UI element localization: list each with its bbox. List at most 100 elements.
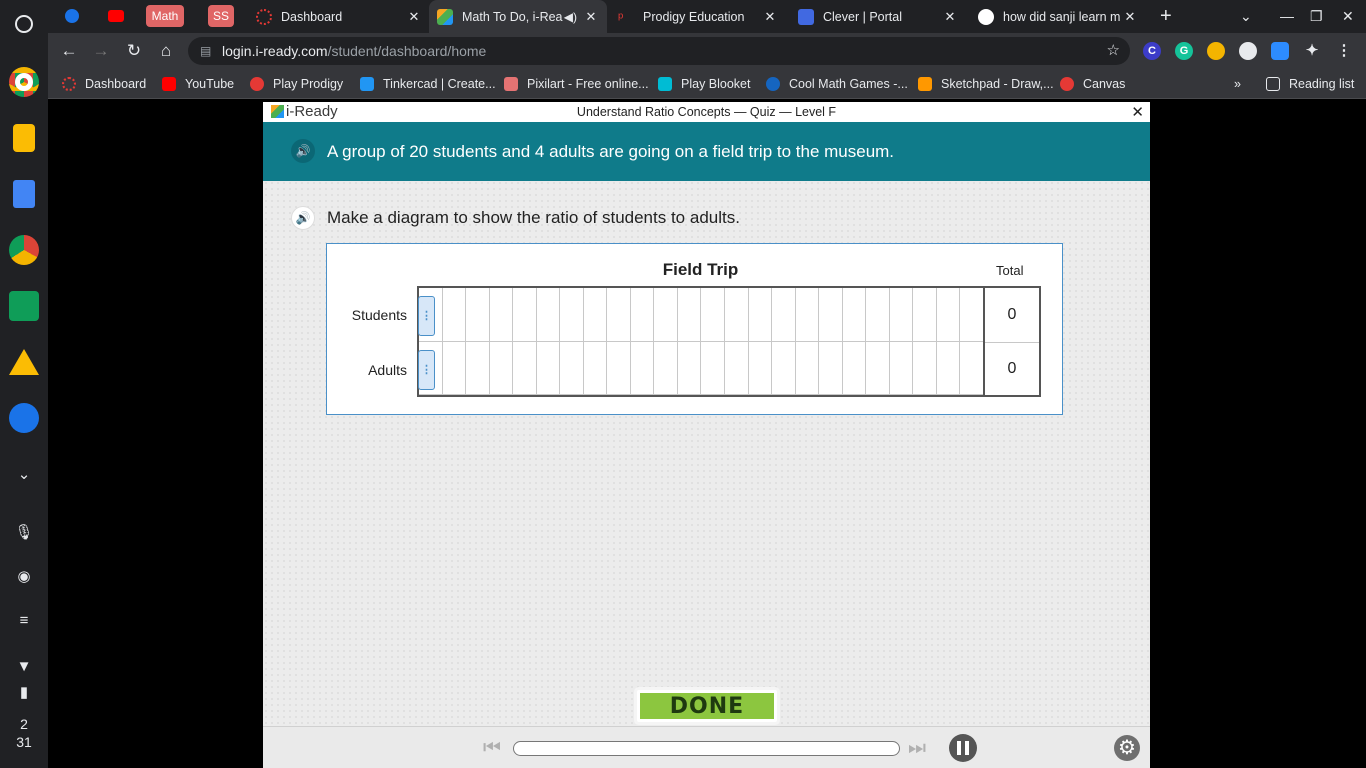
tape-cell[interactable]	[913, 341, 937, 395]
close-icon[interactable]: ✕	[406, 9, 422, 25]
address-bar[interactable]: ▤ login.i-ready.com/student/dashboard/ho…	[188, 37, 1130, 65]
pinned-tab-math[interactable]: Math	[146, 5, 184, 27]
bookmark-star-icon[interactable]: ☆	[1107, 37, 1120, 65]
tape-cell[interactable]	[842, 341, 867, 395]
drive-app-button[interactable]	[8, 346, 40, 378]
back-arrow-icon[interactable]: ←	[58, 40, 80, 62]
tape-cell[interactable]	[772, 288, 796, 342]
tape-cell[interactable]	[889, 288, 914, 342]
tape-cell[interactable]	[654, 288, 678, 342]
skip-back-icon[interactable]: ⏮	[483, 737, 501, 760]
home-icon[interactable]: ⌂	[155, 40, 177, 62]
tape-cell[interactable]	[489, 341, 514, 395]
tape-cell[interactable]	[630, 288, 655, 342]
tape-cell[interactable]	[748, 288, 773, 342]
extension-on-icon[interactable]	[1207, 42, 1225, 60]
tape-cell[interactable]	[466, 288, 490, 342]
tape-cell[interactable]	[607, 341, 631, 395]
tape-cell[interactable]	[442, 288, 467, 342]
bookmark-youtube[interactable]: YouTube	[162, 75, 234, 93]
tape-cell[interactable]	[960, 288, 984, 342]
tape-cell[interactable]	[936, 341, 961, 395]
tape-cell[interactable]	[819, 341, 843, 395]
tape-cell[interactable]	[725, 288, 749, 342]
tape-cell[interactable]	[866, 288, 890, 342]
close-icon[interactable]: ✕	[942, 9, 958, 25]
tape-cell[interactable]	[536, 341, 561, 395]
tape-cell[interactable]	[583, 288, 608, 342]
tape-cell[interactable]	[513, 288, 537, 342]
chrome-app-button[interactable]	[8, 66, 40, 98]
students-drag-handle[interactable]: ⋮	[418, 296, 435, 336]
playlist-button[interactable]: ≡	[8, 604, 40, 636]
bookmark-tinkercad[interactable]: Tinkercad | Create...	[360, 75, 496, 93]
web-store-button[interactable]	[8, 234, 40, 266]
tab-prodigy[interactable]: ᵖ Prodigy Education ✕	[610, 0, 786, 33]
reload-icon[interactable]: ↻	[123, 40, 145, 62]
more-bookmarks-button[interactable]: »	[1234, 75, 1241, 93]
pinned-tab-1[interactable]	[60, 5, 84, 27]
extensions-puzzle-icon[interactable]: ✦	[1303, 42, 1321, 60]
grammarly-extension-icon[interactable]: G	[1175, 42, 1193, 60]
instruction-audio-button[interactable]: 🔊	[291, 206, 315, 230]
tab-google-search[interactable]: how did sanji learn m ✕	[970, 0, 1146, 33]
clever-extension-icon[interactable]: C	[1143, 42, 1161, 60]
tape-cell[interactable]	[583, 341, 608, 395]
restore-icon[interactable]: ❐	[1310, 8, 1323, 25]
new-tab-button[interactable]: +	[1160, 0, 1180, 33]
extension-target-icon[interactable]	[1239, 42, 1257, 60]
mic-button[interactable]: 🎙	[8, 516, 40, 548]
keep-app-button[interactable]	[8, 122, 40, 154]
audio-playing-icon[interactable]: ◀)	[564, 10, 577, 24]
minimize-icon[interactable]: —	[1280, 8, 1294, 24]
tape-cell[interactable]	[630, 341, 655, 395]
tab-search-chevron-icon[interactable]: ⌄	[1240, 8, 1252, 25]
tape-cell[interactable]	[701, 288, 726, 342]
tape-cell[interactable]	[866, 341, 890, 395]
tape-cell[interactable]	[560, 341, 584, 395]
pause-button[interactable]	[949, 734, 977, 762]
more-apps-button[interactable]: ⌄	[8, 458, 40, 490]
tape-cell[interactable]	[772, 341, 796, 395]
tape-cell[interactable]	[889, 341, 914, 395]
reading-list-button[interactable]: Reading list	[1266, 75, 1354, 93]
tape-cell[interactable]	[725, 341, 749, 395]
tape-cell[interactable]	[842, 288, 867, 342]
tape-cell[interactable]	[536, 288, 561, 342]
done-button[interactable]: DONE	[637, 690, 777, 722]
bookmark-pixilart[interactable]: Pixilart - Free online...	[504, 75, 649, 93]
bookmark-canvas[interactable]: Canvas	[1060, 75, 1125, 93]
bookmark-blooket[interactable]: Play Blooket	[658, 75, 750, 93]
tape-cell[interactable]	[677, 288, 702, 342]
tape-cell[interactable]	[913, 288, 937, 342]
pinned-tab-youtube[interactable]	[104, 5, 128, 27]
tab-iready-active[interactable]: Math To Do, i-Rea ◀) ✕	[429, 0, 607, 33]
camera-app-button[interactable]	[8, 402, 40, 434]
tape-cell[interactable]	[442, 341, 467, 395]
tape-cell[interactable]	[748, 341, 773, 395]
close-icon[interactable]: ✕	[583, 9, 599, 25]
tape-grid[interactable]	[417, 286, 984, 397]
close-icon[interactable]: ✕	[762, 9, 778, 25]
tape-cell[interactable]	[819, 288, 843, 342]
site-info-icon[interactable]: ▤	[200, 37, 211, 65]
forward-arrow-icon[interactable]: →	[90, 40, 112, 62]
podcast-button[interactable]: ◉	[8, 560, 40, 592]
tab-dashboard[interactable]: Dashboard ✕	[248, 0, 430, 33]
bookmark-sketchpad[interactable]: Sketchpad - Draw,...	[918, 75, 1054, 93]
menu-dots-icon[interactable]: ⋮	[1335, 42, 1353, 60]
tape-cell[interactable]	[607, 288, 631, 342]
adults-drag-handle[interactable]: ⋮	[418, 350, 435, 390]
bookmark-dashboard[interactable]: Dashboard	[62, 75, 146, 93]
bookmark-prodigy[interactable]: Play Prodigy	[250, 75, 343, 93]
close-icon[interactable]: ✕	[1122, 9, 1138, 25]
zoom-extension-icon[interactable]	[1271, 42, 1289, 60]
tape-cell[interactable]	[795, 288, 820, 342]
battery-status[interactable]: ▮	[8, 676, 40, 708]
tab-clever[interactable]: Clever | Portal ✕	[790, 0, 966, 33]
tape-cell[interactable]	[795, 341, 820, 395]
settings-gear-icon[interactable]: ⚙	[1114, 735, 1140, 761]
pinned-tab-ss[interactable]: SS	[208, 5, 234, 27]
tape-cell[interactable]	[513, 341, 537, 395]
tape-cell[interactable]	[489, 288, 514, 342]
